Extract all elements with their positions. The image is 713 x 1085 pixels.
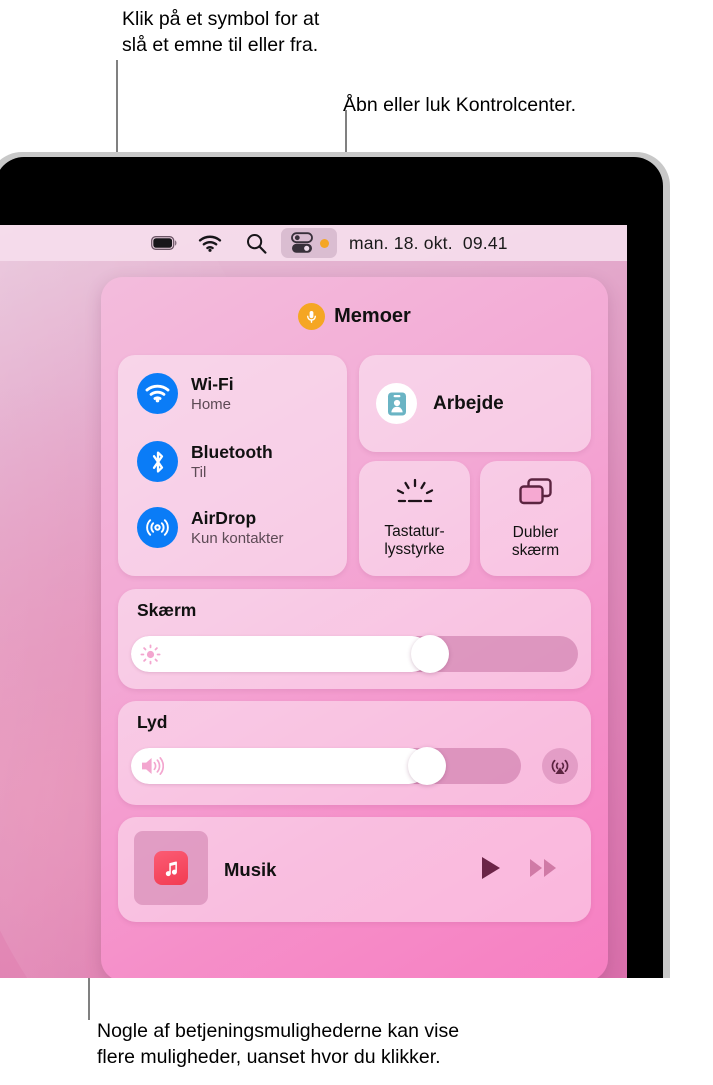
control-center-icon[interactable]	[281, 228, 337, 258]
control-airdrop-subtitle: Kun kontakter	[191, 529, 284, 547]
music-title: Musik	[224, 859, 277, 880]
wifi-icon[interactable]	[187, 230, 233, 256]
screenshot-root: Klik på et symbol for at slå et emne til…	[0, 0, 713, 1085]
control-focus[interactable]: Arbejde	[359, 355, 591, 452]
laptop-screen: man. 18. okt. 09.41 Memoer Wi-Fi Home Bl…	[0, 225, 627, 978]
connectivity-tile: Wi-Fi Home Bluetooth Til AirDrop Kun kon…	[118, 355, 347, 576]
laptop-frame: man. 18. okt. 09.41 Memoer Wi-Fi Home Bl…	[0, 152, 670, 978]
control-wifi-title: Wi-Fi	[191, 373, 234, 394]
music-module: Musik	[118, 817, 591, 922]
brightness-slider-fill	[131, 636, 431, 672]
control-keyboard-brightness[interactable]: Tastatur- lysstyrke	[359, 461, 470, 576]
control-wifi[interactable]: Wi-Fi Home	[137, 373, 234, 414]
control-center-header: Memoer	[101, 303, 608, 330]
id-card-icon	[376, 383, 417, 424]
control-bluetooth[interactable]: Bluetooth Til	[137, 441, 273, 482]
callout-text-more-options: Nogle af betjeningsmulighederne kan vise…	[97, 1020, 460, 1068]
volume-slider-thumb[interactable]	[408, 747, 447, 785]
play-icon[interactable]	[479, 855, 503, 886]
control-wifi-subtitle: Home	[191, 395, 232, 413]
menu-bar-clock[interactable]: man. 18. okt. 09.41	[349, 233, 508, 254]
control-center-status-dot	[319, 238, 329, 248]
music-artwork	[134, 831, 208, 905]
volume-slider-fill	[131, 748, 428, 784]
callout-text-open-control-center: Åbn eller luk Kontrolcenter.	[343, 94, 577, 116]
control-keyboard-brightness-label: Tastatur- lysstyrke	[384, 522, 445, 559]
control-center-panel: Memoer Wi-Fi Home Bluetooth Til AirDrop …	[101, 277, 608, 978]
brightness-slider-thumb[interactable]	[411, 635, 450, 673]
laptop-bezel: man. 18. okt. 09.41 Memoer Wi-Fi Home Bl…	[0, 157, 663, 978]
bluetooth-icon[interactable]	[137, 441, 178, 482]
airdrop-icon[interactable]	[137, 507, 178, 548]
control-center-header-label: Memoer	[334, 305, 411, 327]
microphone-icon	[298, 303, 326, 330]
control-airdrop-title: AirDrop	[191, 507, 257, 528]
search-icon[interactable]	[233, 230, 279, 256]
control-focus-label: Arbejde	[433, 392, 504, 414]
control-screen-mirroring[interactable]: Dubler skærm	[480, 461, 591, 576]
control-bluetooth-subtitle: Til	[191, 463, 207, 481]
control-bluetooth-title: Bluetooth	[191, 441, 273, 462]
speaker-icon	[140, 755, 165, 777]
sound-module-title: Lyd	[137, 712, 168, 732]
fast-forward-icon[interactable]	[529, 857, 559, 884]
volume-slider[interactable]	[131, 747, 521, 785]
keyboard-brightness-icon	[392, 478, 438, 513]
sound-module: Lyd	[118, 701, 591, 805]
menu-bar: man. 18. okt. 09.41	[0, 225, 627, 261]
airplay-audio-icon[interactable]	[542, 748, 578, 784]
display-module-title: Skærm	[137, 600, 197, 620]
control-screen-mirroring-label: Dubler skærm	[511, 523, 560, 560]
wifi-icon[interactable]	[137, 373, 178, 414]
brightness-icon	[140, 644, 161, 665]
display-module: Skærm	[118, 589, 591, 689]
callout-text-toggle-symbol: Klik på et symbol for at slå et emne til…	[122, 8, 320, 56]
battery-icon[interactable]	[141, 230, 187, 256]
brightness-slider[interactable]	[131, 635, 578, 673]
control-airdrop[interactable]: AirDrop Kun kontakter	[137, 507, 284, 548]
apple-music-icon	[154, 851, 188, 885]
screen-mirroring-icon	[516, 477, 556, 514]
